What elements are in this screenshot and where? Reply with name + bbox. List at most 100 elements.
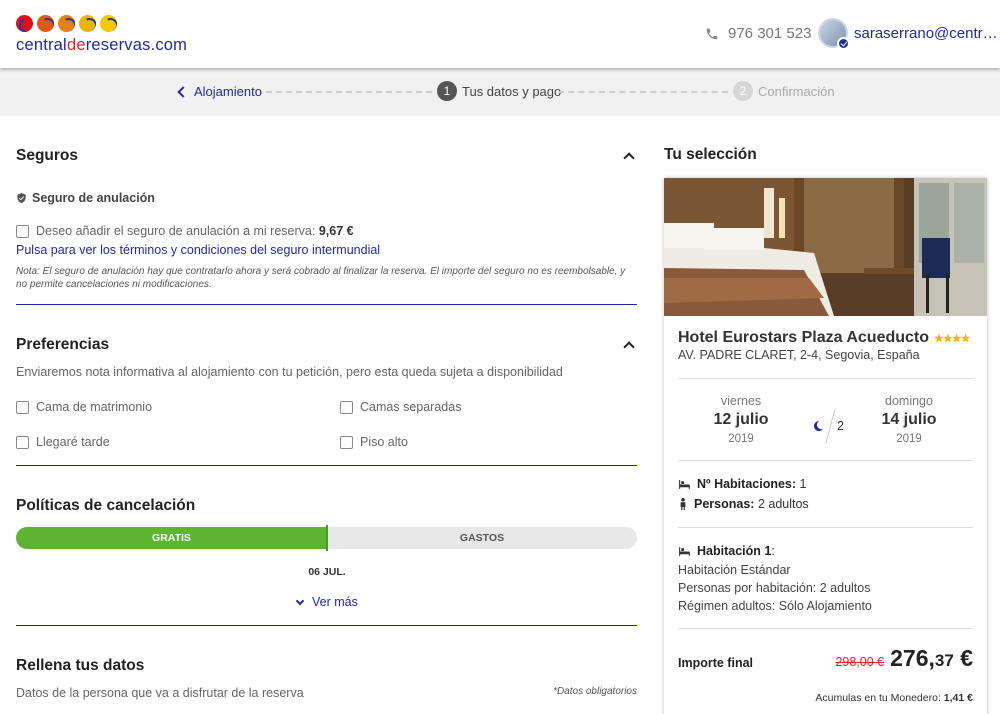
room1-regime: Régimen adultos: Sólo Alojamiento [678, 599, 872, 613]
seguro-checkbox-label: Deseo añadir el seguro de anulación a mi… [36, 224, 354, 238]
room1-label: Habitación 1 [697, 544, 772, 558]
person-icon [680, 498, 686, 510]
seleccion-title: Tu selección [664, 146, 757, 163]
chevron-down-icon [295, 596, 305, 605]
user-menu[interactable]: saraserrano@centr… [818, 18, 998, 50]
persons-count: Personas: 2 adultos [678, 497, 809, 511]
user-email[interactable]: saraserrano@centr… [854, 25, 998, 42]
final-price-label: Importe final [678, 656, 754, 670]
step-back-label: Alojamiento [194, 84, 262, 99]
logo-dot-icon [37, 15, 54, 32]
pref-camas-separadas[interactable]: Camas separadas [340, 400, 461, 414]
logo-dot-icon [79, 15, 96, 32]
checkout-date: domingo 14 julio 2019 [864, 394, 954, 445]
persons-label: Personas: [694, 497, 755, 511]
section-divider [16, 304, 637, 305]
shield-icon [17, 192, 26, 204]
ver-mas-link[interactable]: Ver más [295, 595, 358, 609]
pref-cama-matrimonio[interactable]: Cama de matrimonio [16, 400, 152, 414]
hotel-name[interactable]: Hotel Eurostars Plaza Acueducto [678, 329, 929, 347]
contact-phone[interactable]: 976 301 523 [705, 25, 811, 42]
room1-persons: Personas por habitación: 2 adultos [678, 581, 871, 595]
step-connector [266, 91, 432, 93]
hotel-room-image [664, 178, 987, 316]
checkout-year: 2019 [896, 433, 922, 445]
pref-checkbox[interactable] [340, 400, 353, 414]
cancel-cost-segment: GASTOS [459, 532, 505, 544]
section-divider [16, 465, 637, 466]
seguro-price: 9,67 € [318, 224, 354, 238]
bed-icon [679, 546, 690, 556]
checkin-year: 2019 [728, 433, 754, 445]
site-logo[interactable]: centraldereservas.com [16, 15, 187, 55]
checkin-daymonth: 12 julio [713, 411, 769, 428]
seguro-option[interactable]: Deseo añadir el seguro de anulación a mi… [16, 224, 354, 238]
pref-piso-alto[interactable]: Piso alto [340, 435, 408, 449]
moon-icon [814, 421, 823, 431]
booking-summary-card: Hotel Eurostars Plaza Acueducto ★★★★ AV. … [664, 178, 987, 714]
seguro-anulacion-heading: Seguro de anulación [16, 191, 155, 205]
checkout-weekday: domingo [885, 394, 933, 408]
seguro-terms-link[interactable]: Pulsa para ver los términos y condicione… [16, 243, 380, 257]
wallet-info: Acumulas en tu Monedero: 1,41 € [815, 692, 973, 704]
pref-checkbox[interactable] [16, 400, 29, 414]
card-divider [678, 378, 973, 379]
step-label: Confirmación [758, 83, 835, 99]
collapse-preferencias-icon[interactable] [623, 341, 635, 353]
step-number: 1 [437, 81, 457, 101]
checkout-daymonth: 14 julio [881, 411, 937, 428]
cancelacion-title: Políticas de cancelación [16, 497, 196, 514]
step-connector [558, 91, 728, 93]
avatar[interactable] [818, 18, 850, 50]
chevron-left-icon [177, 85, 189, 98]
pref-label: Llegaré tarde [36, 435, 110, 449]
datos-description: Datos de la persona que va a disfrutar d… [16, 686, 304, 700]
star-rating-icon: ★★★★ [934, 332, 970, 345]
pref-llegare-tarde[interactable]: Llegaré tarde [16, 435, 110, 449]
checkin-weekday: viernes [720, 394, 762, 408]
seguro-subtitle: Seguro de anulación [32, 191, 155, 205]
step-number: 2 [733, 81, 753, 101]
old-price: 298,00 € [835, 655, 885, 669]
verified-check-icon [837, 37, 850, 50]
checkin-date: viernes 12 julio 2019 [696, 394, 786, 445]
pref-label: Cama de matrimonio [36, 400, 153, 414]
hotel-name-row: Hotel Eurostars Plaza Acueducto ★★★★ [678, 329, 973, 347]
logo-dot-icon [100, 15, 117, 32]
card-divider [678, 527, 973, 528]
room1-heading: Habitación 1: [678, 544, 775, 558]
nights-value: 2 [837, 419, 844, 433]
logo-text: centraldereservas.com [16, 36, 188, 54]
step-back-alojamiento[interactable]: Alojamiento [177, 84, 262, 99]
phone-icon [706, 28, 718, 39]
step-label: Tus datos y pago [462, 83, 562, 99]
rooms-value: 1 [799, 477, 807, 491]
step-confirmacion: 2 Confirmación [733, 81, 835, 101]
room1-type: Habitación Estándar [678, 563, 791, 577]
checkout-steps: Alojamiento 1 Tus datos y pago 2 Confirm… [0, 68, 1000, 116]
cancel-free-segment: GRATIS [16, 527, 327, 549]
pref-checkbox[interactable] [340, 435, 353, 449]
ver-mas-label: Ver más [312, 595, 358, 609]
step-tus-datos: 1 Tus datos y pago [437, 81, 561, 101]
datos-title: Rellena tus datos [16, 657, 145, 674]
current-price: 276,37 € [890, 645, 973, 671]
rooms-label: Nº Habitaciones: [697, 477, 797, 491]
seguro-checkbox[interactable] [16, 224, 29, 238]
wallet-label: Acumulas en tu Monedero: [815, 692, 941, 704]
cancel-split-marker [326, 525, 328, 551]
hotel-photo[interactable] [664, 178, 987, 316]
logo-dot-icon [16, 15, 33, 32]
logo-dots [16, 15, 187, 33]
bed-icon [679, 479, 690, 489]
section-divider [16, 625, 637, 626]
logo-dot-icon [58, 15, 75, 32]
collapse-seguros-icon[interactable] [623, 152, 635, 164]
persons-value: 2 adultos [757, 497, 809, 511]
preferencias-title: Preferencias [16, 336, 110, 353]
pref-checkbox[interactable] [16, 435, 29, 449]
preferencias-description: Enviaremos nota informativa al alojamien… [16, 365, 563, 379]
required-note: *Datos obligatorios [553, 686, 637, 697]
nights-count: 2 [812, 408, 844, 444]
hotel-address: AV. PADRE CLARET, 2-4, Segovia, España [678, 348, 920, 362]
